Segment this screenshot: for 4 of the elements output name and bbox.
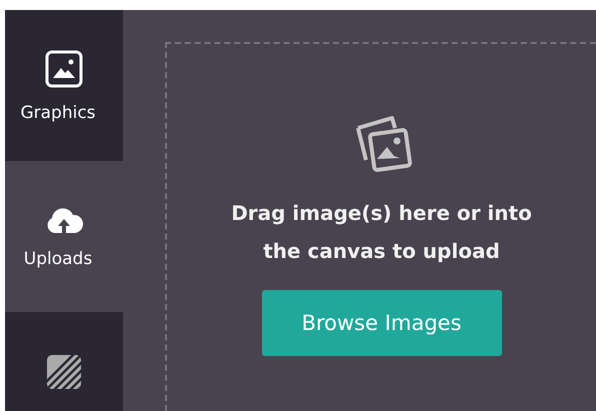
image-icon: [44, 48, 84, 88]
upload-instructions: Drag image(s) here or into the canvas to upload: [230, 200, 533, 265]
sidebar-tab[interactable]: Graphics: [5, 10, 123, 161]
striped-square-icon: [44, 352, 84, 392]
